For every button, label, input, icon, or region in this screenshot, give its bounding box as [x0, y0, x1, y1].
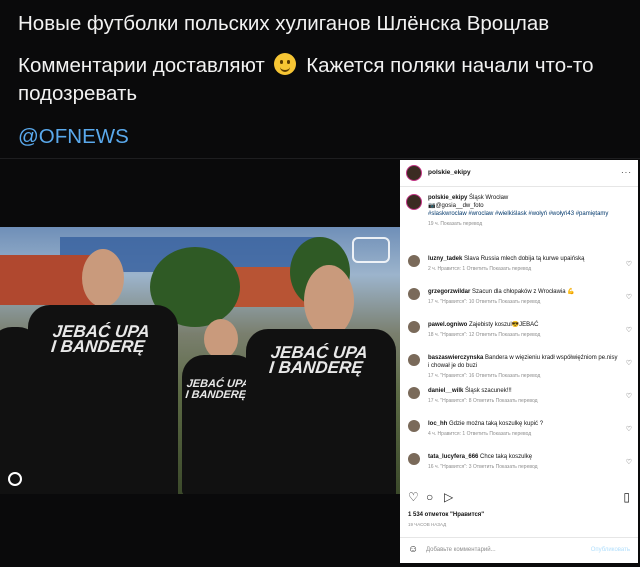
comment-meta: 16 ч. "Нравится": 3 Ответить Показать пе…	[428, 464, 538, 470]
channel-handle-link[interactable]: @OFNEWS	[18, 125, 129, 149]
avatar[interactable]	[406, 194, 422, 210]
more-options-icon[interactable]: ···	[621, 168, 632, 177]
comment: pawel.ogniwo Zajebisty koszul😎JEBAĆ 18 ч…	[400, 318, 638, 351]
avatar[interactable]	[408, 420, 420, 432]
comment-user[interactable]: grzegorzwildar	[428, 289, 470, 295]
comment: tata_lucyfera_666 Chce taką koszulkę 16 …	[400, 450, 638, 483]
instagram-panel: polskie_ekipy ··· polskie_ekipy Śląsk Wr…	[400, 160, 638, 563]
comment-body: baszaswierczynska Bandera w więzieniu kr…	[428, 354, 618, 380]
comment-body: grzegorzwildar Szacun dla chłopaków z Wr…	[428, 288, 618, 306]
post-text: Новые футболки польских хулиганов Шлёнск…	[18, 10, 628, 120]
comment: luzny_tadek Slava Russia mlech dobija tą…	[400, 252, 638, 285]
photo-icon	[8, 472, 22, 486]
comment-user[interactable]: daniel__wilk	[428, 388, 463, 394]
comment-user[interactable]: baszaswierczynska	[428, 355, 483, 361]
comment: grzegorzwildar Szacun dla chłopaków z Wr…	[400, 285, 638, 318]
person-head	[204, 319, 238, 359]
comment-list: luzny_tadek Slava Russia mlech dobija tą…	[400, 252, 638, 483]
comment-text: Slava Russia mlech dobija tą kurwe upaiń…	[464, 256, 585, 262]
comment-meta: 17 ч. "Нравится": 10 Ответить Показать п…	[428, 299, 541, 305]
comment-text: Chce taką koszulkę	[480, 454, 533, 460]
comment-body: pawel.ogniwo Zajebisty koszul😎JEBAĆ 18 ч…	[428, 321, 618, 339]
comment-body: loc_hh Gdzie można taką koszulkę kupić ?…	[428, 420, 618, 438]
person-head	[304, 265, 354, 337]
caption-text: Śląsk Wrocław	[469, 195, 509, 201]
smiling-face-icon	[274, 53, 297, 75]
shirt-text: JEBAĆ UPA I BANDERĘ	[50, 322, 151, 356]
comment-meta: 4 ч. Нравится: 1 Ответить Показать перев…	[428, 431, 532, 437]
post-time: 19 ЧАСОВ НАЗАД	[408, 522, 447, 527]
ig-header: polskie_ekipy ···	[400, 160, 638, 187]
roof	[0, 255, 95, 305]
comment-meta: 18 ч. "Нравится": 12 Ответить Показать п…	[428, 332, 541, 338]
avatar[interactable]	[408, 354, 420, 366]
comment-body: luzny_tadek Slava Russia mlech dobija tą…	[428, 255, 618, 273]
person-head	[82, 249, 124, 307]
comment-meta: 17 ч. "Нравится": 16 Ответить Показать п…	[428, 373, 541, 379]
comment: daniel__wilk Śląsk szacunek!!! 17 ч. "Нр…	[400, 384, 638, 417]
post-line-1: Новые футболки польских хулиганов Шлёнск…	[18, 12, 550, 35]
heart-icon[interactable]: ♡	[626, 359, 632, 367]
likes-count[interactable]: 1 534 отметок "Нравится"	[408, 512, 484, 518]
heart-icon[interactable]: ♡	[626, 260, 632, 268]
shirt-line: I BANDERĘ	[184, 389, 247, 401]
comment-text: Zajebisty koszul😎JEBAĆ	[469, 322, 539, 328]
heart-icon[interactable]: ♡	[626, 293, 632, 301]
comment: baszaswierczynska Bandera w więzieniu kr…	[400, 351, 638, 384]
post-line-2a: Комментарии доставляют	[18, 54, 265, 77]
caption-user[interactable]: polskie_ekipy	[428, 195, 467, 201]
post-photo[interactable]: JEBAĆ UPA I BANDERĘ JEBAĆ UPA I BANDERĘ …	[0, 227, 400, 494]
comment-text: Gdzie można taką koszulkę kupić ?	[449, 421, 544, 427]
comment-body: daniel__wilk Śląsk szacunek!!! 17 ч. "Нр…	[428, 387, 618, 405]
comment-user[interactable]: luzny_tadek	[428, 256, 462, 262]
comment-body: tata_lucyfera_666 Chce taką koszulkę 16 …	[428, 453, 618, 471]
publish-button[interactable]: Опубликовать	[591, 547, 630, 553]
comment-user[interactable]: loc_hh	[428, 421, 447, 427]
shirt-text: JEBAĆ UPA I BANDERĘ	[268, 343, 369, 377]
avatar[interactable]	[408, 321, 420, 333]
caption-body: polskie_ekipy Śląsk Wrocław 📷@gosia__dw_…	[428, 194, 628, 228]
heart-icon[interactable]: ♡	[626, 458, 632, 466]
heart-icon[interactable]: ♡	[626, 326, 632, 334]
avatar[interactable]	[408, 288, 420, 300]
shirt-line: I BANDERĘ	[268, 358, 364, 377]
comment-meta: 2 ч. Нравится: 1 Ответить Показать перев…	[428, 266, 532, 272]
avatar[interactable]	[408, 453, 420, 465]
comment: loc_hh Gdzie można taką koszulkę kupić ?…	[400, 417, 638, 450]
caption-meta: 19 ч. Показать перевод	[428, 221, 483, 227]
shirt-line: I BANDERĘ	[50, 337, 146, 356]
watermark-logo	[352, 237, 390, 263]
comment-user[interactable]: pawel.ogniwo	[428, 322, 467, 328]
comment-icon[interactable]: ○	[426, 490, 433, 504]
share-icon[interactable]: ▷	[444, 490, 453, 504]
like-heart-icon[interactable]: ♡	[408, 490, 419, 504]
bookmark-icon[interactable]: ▯	[623, 490, 630, 504]
caption-credit: 📷@gosia__dw_foto	[428, 203, 484, 209]
caption-hashtags[interactable]: #slaskwroclaw #wroclaw #wielkiślask #woł…	[428, 210, 628, 218]
action-bar: ♡ ○ ▷ ▯	[400, 490, 638, 510]
add-comment-row: ☺ Добавьте комментарий... Опубликовать	[400, 537, 638, 562]
comment-meta: 17 ч. "Нравится": 8 Ответить Показать пе…	[428, 398, 538, 404]
post-line-2: Комментарии доставляют Кажется поляки на…	[18, 52, 628, 108]
comment-text: Szacun dla chłopaków z Wrocławia 💪	[472, 289, 575, 295]
add-comment-input[interactable]: Добавьте комментарий...	[426, 547, 496, 553]
comment-user[interactable]: tata_lucyfera_666	[428, 454, 478, 460]
ig-username[interactable]: polskie_ekipy	[428, 169, 471, 176]
avatar[interactable]	[406, 165, 422, 181]
heart-icon[interactable]: ♡	[626, 425, 632, 433]
shirt-text: JEBAĆ UPA I BANDERĘ	[184, 378, 250, 401]
avatar[interactable]	[408, 255, 420, 267]
divider	[0, 158, 640, 159]
emoji-icon[interactable]: ☺	[408, 544, 418, 555]
avatar[interactable]	[408, 387, 420, 399]
heart-icon[interactable]: ♡	[626, 392, 632, 400]
comment-text: Śląsk szacunek!!!	[465, 388, 512, 394]
